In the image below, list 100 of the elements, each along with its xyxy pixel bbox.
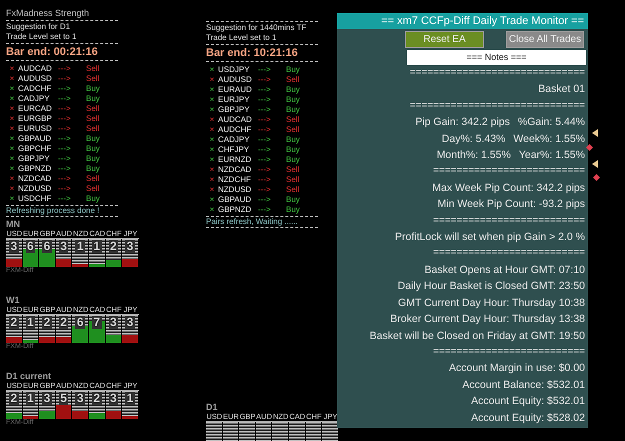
signal-mark: × — [208, 105, 216, 115]
strength-value: 6 — [26, 240, 36, 253]
stat-text: Pip Gain: 342.2 pips — [415, 115, 510, 130]
signal-label: Buy — [286, 145, 301, 155]
separator-text: ========================== — [433, 214, 585, 228]
signal-label: Sell — [86, 184, 100, 194]
signal-mark: × — [208, 135, 216, 145]
pair-name: GBPJPY — [18, 154, 51, 164]
signal-label: Buy — [286, 105, 301, 115]
signal-mark: × — [208, 65, 216, 75]
separator-text: ============================== — [410, 66, 585, 80]
strength-value: 2 — [108, 240, 118, 253]
bar-end-timer: Bar end: 10:21:16 — [206, 46, 299, 60]
signal-mark: × — [208, 195, 216, 205]
stat-text: Basket will be Closed on Friday at GMT: 19:50 — [370, 328, 585, 344]
stat-text: Min Week Pip Count: -93.2 pips — [438, 197, 585, 212]
trade-level-label: Trade Level set to 1 — [206, 33, 278, 43]
pair-name: USDCHF — [18, 194, 52, 204]
close-all-trades-button[interactable]: Close All Trades — [506, 31, 584, 48]
stat-text: Broker Current Day Hour: Thursday 13:38 — [390, 312, 585, 328]
signal-arrow: ---> — [58, 154, 72, 164]
strength-value: 3 — [108, 392, 118, 405]
strength-value: 3 — [125, 316, 135, 329]
signal-label: Sell — [286, 115, 300, 125]
stat-text: ProfitLock will set when pip Gain > 2.0 % — [395, 230, 585, 246]
signal-label: Buy — [86, 154, 101, 164]
stat-text: Account Balance: $532.01 — [462, 378, 585, 393]
signal-arrow: ---> — [258, 85, 272, 95]
suggestion-label: Suggestion for 1440mins TF — [206, 23, 308, 33]
pair-name: EURJPY — [218, 95, 251, 105]
signal-label: Buy — [286, 65, 301, 75]
signal-mark: × — [8, 164, 16, 174]
signal-arrow: ---> — [58, 104, 72, 114]
timeframe-label: D1 current — [6, 371, 52, 381]
signal-arrow: ---> — [58, 184, 72, 194]
pair-name: CHFJPY — [218, 145, 250, 155]
diamond-marker-icon — [586, 144, 593, 151]
timeframe-label: W1 — [6, 295, 20, 305]
strength-value: 6 — [75, 316, 85, 329]
signal-label: Buy — [286, 155, 301, 165]
signal-arrow: ---> — [58, 164, 72, 174]
signal-label: Sell — [86, 124, 100, 134]
pair-name: NZDCAD — [218, 165, 252, 175]
stat-text: GMT Current Day Hour: Thursday 10:38 — [398, 296, 585, 311]
signal-arrow: ---> — [58, 134, 72, 144]
signal-label: Sell — [286, 175, 300, 185]
panel-title: == xm7 CCFp-Diff Daily Trade Monitor == — [337, 13, 588, 29]
strength-value: 1 — [26, 316, 36, 329]
signal-arrow: ---> — [258, 175, 272, 185]
signal-arrow: ---> — [58, 64, 72, 74]
timeframe-label: D1 — [206, 402, 219, 412]
pair-name: EURNZD — [218, 155, 252, 165]
suggestion-label: Suggestion for D1 — [6, 22, 72, 32]
signal-arrow: ---> — [58, 144, 72, 154]
signal-arrow: ---> — [258, 125, 272, 135]
signal-arrow: ---> — [258, 95, 272, 105]
signal-mark: × — [8, 144, 16, 154]
signal-label: Buy — [86, 84, 101, 94]
signal-mark: × — [8, 64, 16, 74]
signal-mark: × — [8, 184, 16, 194]
signal-label: Buy — [86, 94, 101, 104]
signal-arrow: ---> — [258, 205, 272, 215]
pair-name: AUDUSD — [18, 74, 53, 84]
strength-value: 6 — [42, 240, 52, 253]
signal-label: Buy — [86, 134, 101, 144]
signal-arrow: ---> — [258, 65, 272, 75]
strength-value: 1 — [75, 240, 85, 253]
strength-value: 3 — [75, 392, 85, 405]
signal-arrow: ---> — [258, 115, 272, 125]
signal-mark: × — [208, 165, 216, 175]
separator-text: ========================== — [433, 246, 585, 260]
reset-button[interactable]: Reset EA — [405, 31, 484, 48]
pair-name: AUDCAD — [218, 115, 253, 125]
strength-value: 2 — [9, 392, 19, 405]
indicator-title: FxMadness Strength — [6, 8, 90, 19]
pair-name: GBPJPY — [218, 105, 251, 115]
notes-header: === Notes === — [407, 50, 586, 65]
signal-label: Sell — [286, 125, 300, 135]
signal-arrow: ---> — [258, 145, 272, 155]
signal-label: Buy — [286, 85, 301, 95]
signal-mark: × — [208, 115, 216, 125]
strength-value: 1 — [26, 392, 36, 405]
signal-mark: × — [208, 95, 216, 105]
strength-value: 3 — [42, 392, 52, 405]
strength-value: 2 — [9, 316, 19, 329]
signal-label: Sell — [286, 185, 300, 195]
strength-meter — [288, 422, 305, 441]
signal-arrow: ---> — [58, 194, 72, 204]
strength-value: 3 — [58, 240, 68, 253]
signal-label: Sell — [286, 165, 300, 175]
status-text: Pairs refresh, Waiting ...... — [206, 216, 318, 228]
pair-name: USDJPY — [218, 65, 251, 75]
signal-label: Buy — [286, 195, 301, 205]
signal-label: Sell — [286, 75, 300, 85]
signal-mark: × — [8, 114, 16, 124]
signal-mark: × — [8, 174, 16, 184]
stat-text: Year%: 1.55% — [518, 148, 585, 164]
strength-value: 3 — [125, 240, 135, 253]
stat-text: %Gain: 5.44% — [518, 115, 585, 130]
diamond-marker-icon — [593, 174, 600, 181]
